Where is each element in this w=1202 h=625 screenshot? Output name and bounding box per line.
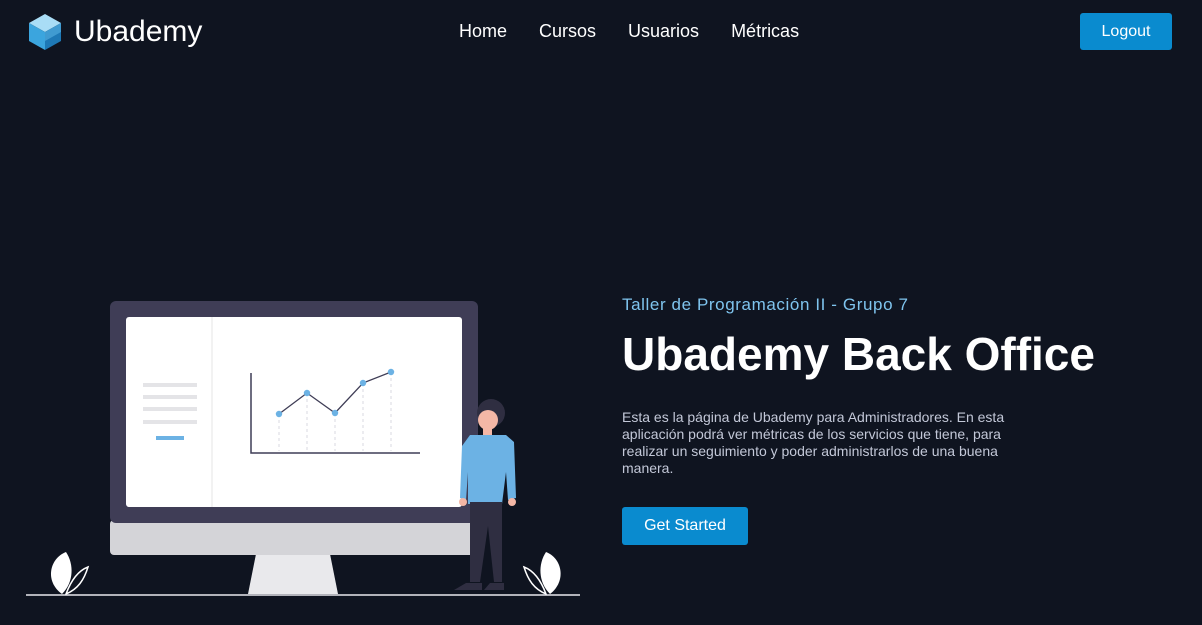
page: Ubademy Home Cursos Usuarios Métricas Lo… xyxy=(0,0,1202,625)
brand-link[interactable]: Ubademy xyxy=(27,12,202,52)
leaf-right-icon xyxy=(522,552,561,596)
nav-cursos[interactable]: Cursos xyxy=(539,20,596,42)
hero-subtitle: Taller de Programación II - Grupo 7 xyxy=(622,295,909,314)
hero-description: Esta es la página de Ubademy para Admini… xyxy=(622,409,1005,476)
logout-button[interactable]: Logout xyxy=(1080,13,1172,50)
cube-logo-icon xyxy=(29,14,61,50)
get-started-button[interactable]: Get Started xyxy=(622,507,748,545)
brand-name: Ubademy xyxy=(74,15,203,48)
nav-home[interactable]: Home xyxy=(459,20,507,42)
main-nav: Home Cursos Usuarios Métricas xyxy=(459,20,799,42)
presentation-chart-illustration xyxy=(26,301,580,596)
leaf-left-icon xyxy=(50,552,90,596)
nav-metricas[interactable]: Métricas xyxy=(731,20,799,42)
hero-content: Taller de Programación II - Grupo 7 Ubad… xyxy=(622,294,1182,545)
hero-title: Ubademy Back Office xyxy=(622,328,1095,380)
nav-usuarios[interactable]: Usuarios xyxy=(628,20,699,42)
